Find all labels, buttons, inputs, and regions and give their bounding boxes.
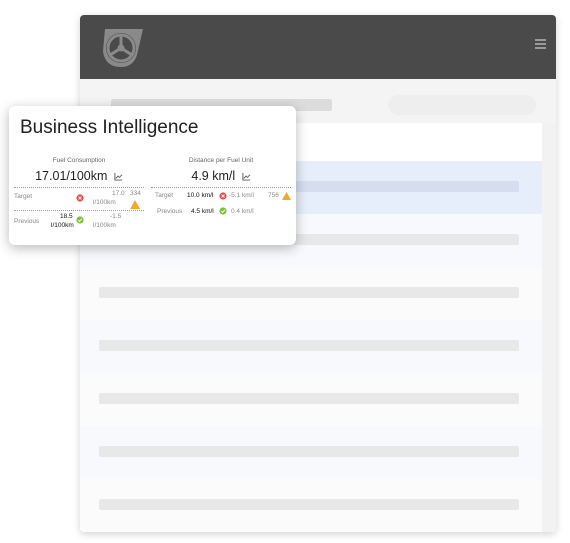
metric-label: Fuel Consumption [52,157,106,164]
previous-label: Previous [157,208,183,215]
previous-delta-unit: l/100km [93,222,116,229]
metric-fuel-consumption: Fuel Consumption 17.01/100km Target 17.0… [14,157,144,233]
previous-label: Previous [14,218,40,225]
scrollbar[interactable] [542,123,556,532]
previous-value: 4.5 km/l [191,208,214,215]
target-delta: 17.0 [112,190,125,197]
metric-label: Distance per Fuel Unit [188,157,254,164]
x-circle-icon [219,192,227,200]
target-count: 334 [130,190,141,197]
metric-value-text: 4.9 km/l [191,169,236,183]
previous-delta: 0.4 km/l [231,208,254,215]
previous-unit: l/100km [51,222,74,229]
target-label: Target [14,193,33,200]
app-header [80,15,556,79]
target-count: 756 [268,192,279,199]
warning-triangle-icon [282,192,291,200]
target-label: Target [155,192,174,199]
previous-value: 18.5 [60,213,73,220]
list-row[interactable] [80,267,542,320]
list-row[interactable] [80,373,542,426]
previous-row: Previous 4.5 km/l 0.4 km/l [151,206,291,220]
card-title: Business Intelligence [20,117,199,138]
metric-value: 17.01/100km [14,167,144,187]
metric-value: 4.9 km/l [151,167,291,187]
background-app-window [80,15,556,532]
metric-distance-per-fuel-unit: Distance per Fuel Unit 4.9 km/l Target 1… [151,157,291,220]
target-delta: -5.1 km/l [229,192,254,199]
warning-triangle-icon [130,200,140,209]
previous-delta: -1.5 [110,213,122,220]
target-delta-unit: l/100km [93,199,116,206]
logo-icon [103,29,143,67]
list-row[interactable] [80,479,542,532]
target-value: 10.0 km/l [187,192,214,199]
target-row: Target 10.0 km/l -5.1 km/l 756 [151,190,291,204]
business-intelligence-card: Business Intelligence Fuel Consumption 1… [9,106,296,245]
line-chart-icon[interactable] [114,172,123,181]
target-row: Target 17.0 l/100km 334 [14,190,144,210]
line-chart-icon[interactable] [242,172,251,181]
check-circle-icon [219,207,227,215]
previous-row: Previous 18.5 l/100km -1.5 l/100km [14,213,144,233]
list-row[interactable] [80,320,542,373]
hamburger-menu-icon[interactable] [535,39,546,50]
list-row[interactable] [80,426,542,479]
x-circle-icon [76,194,84,202]
check-circle-icon [76,216,84,224]
search-placeholder[interactable] [388,95,536,115]
metric-value-text: 17.01/100km [35,169,108,183]
